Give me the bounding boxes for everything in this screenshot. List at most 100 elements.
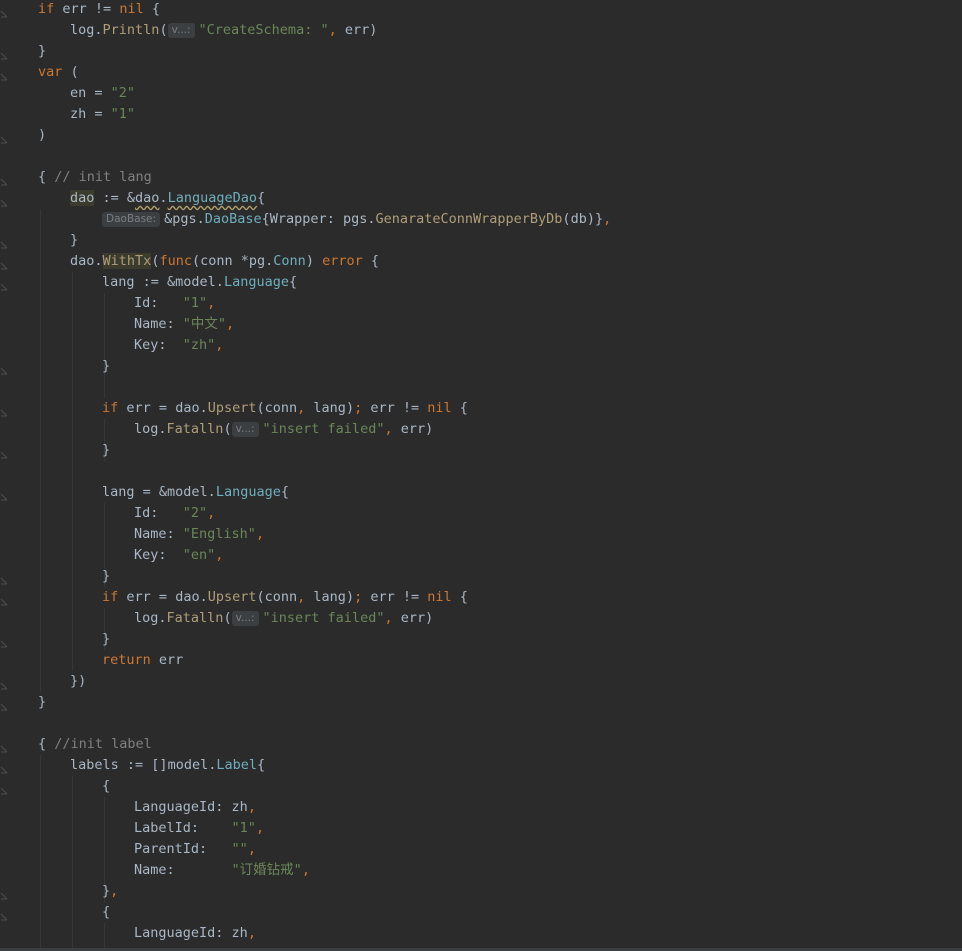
code-text: ) (425, 610, 434, 626)
highlighted-method[interactable]: WithTx (102, 253, 152, 269)
code-text: : (150, 295, 183, 311)
code-line[interactable]: log.Fatalln(v...: "insert failed", err) (134, 419, 433, 440)
identifier-token: pgs (342, 211, 368, 227)
code-text: ) (425, 421, 434, 437)
highlighted-identifier[interactable]: dao (70, 190, 95, 206)
code-line[interactable]: LanguageId: zh, (134, 797, 256, 818)
code-line[interactable]: ParentId: "", (134, 839, 256, 860)
string-token: "English" (182, 526, 256, 542)
code-line[interactable]: if err = dao.Upsert(conn, lang); err != … (102, 398, 468, 419)
code-text: ( (256, 400, 265, 416)
fold-marker-icon[interactable] (0, 909, 8, 921)
identifier-token: err (158, 652, 184, 668)
code-text: : (166, 316, 183, 332)
fold-marker-icon[interactable] (0, 174, 8, 186)
code-text: }) (70, 673, 87, 689)
fold-marker-icon[interactable] (0, 69, 8, 81)
identifier-token: dao (175, 400, 200, 416)
code-line[interactable]: { // init lang (38, 167, 152, 188)
code-line[interactable]: { //init label (38, 734, 152, 755)
code-text: : (215, 925, 232, 941)
identifier-token: LanguageId (134, 925, 216, 941)
fold-marker-icon[interactable] (0, 405, 8, 417)
code-line[interactable]: Name: "English", (134, 524, 264, 545)
code-line[interactable]: Name: "订婚钻戒", (134, 860, 310, 881)
fold-marker-icon[interactable] (0, 636, 8, 648)
fold-marker-icon[interactable] (0, 762, 8, 774)
code-line[interactable]: }) (70, 671, 86, 692)
method-token: Fatalln (166, 610, 224, 626)
fold-marker-icon[interactable] (0, 258, 8, 270)
code-text: ) (345, 589, 355, 605)
fold-marker-icon[interactable] (0, 489, 8, 501)
code-line[interactable]: return err (102, 650, 183, 671)
code-editor[interactable]: if err != nil {log.Println(v...: "CreateS… (0, 0, 962, 951)
code-line[interactable]: Key: "zh", (134, 335, 223, 356)
code-line[interactable]: } (38, 692, 46, 713)
code-line[interactable]: Id: "2", (134, 503, 215, 524)
code-line[interactable]: LabelId: "1", (134, 818, 264, 839)
fold-marker-icon[interactable] (0, 132, 8, 144)
fold-marker-icon[interactable] (0, 195, 8, 207)
fold-marker-icon[interactable] (0, 741, 8, 753)
fold-marker-icon[interactable] (0, 783, 8, 795)
fold-marker-icon[interactable] (0, 363, 8, 375)
fold-marker-icon[interactable] (0, 6, 8, 18)
fold-marker-icon[interactable] (0, 48, 8, 60)
identifier-token: log (134, 421, 159, 437)
code-line[interactable]: } (70, 230, 78, 251)
fold-marker-icon[interactable] (0, 279, 8, 291)
code-text: { (38, 169, 55, 185)
code-line[interactable]: }, (102, 881, 118, 902)
string-token: "1" (182, 295, 208, 311)
identifier-token: zh (70, 106, 87, 122)
code-line[interactable]: log.Fatalln(v...: "insert failed", err) (134, 608, 433, 629)
code-line[interactable]: dao := &dao.LanguageDao{ (70, 188, 265, 209)
identifier-token: dao (175, 589, 200, 605)
fold-marker-icon[interactable] (0, 594, 8, 606)
code-line[interactable]: if err != nil { (38, 0, 160, 20)
code-text: } (102, 442, 111, 458)
code-line[interactable]: en = "2" (70, 83, 135, 104)
punctuation-token: ; (354, 589, 371, 605)
code-line[interactable]: { (102, 902, 110, 923)
code-line[interactable]: DaoBase: &pgs.DaoBase{Wrapper: pgs.Genara… (102, 209, 611, 230)
code-line[interactable]: var ( (38, 62, 79, 83)
warning-type[interactable]: LanguageDao (168, 190, 257, 206)
fold-marker-icon[interactable] (0, 447, 8, 459)
code-text: : (326, 211, 343, 227)
code-line[interactable]: } (102, 440, 110, 461)
code-line[interactable]: } (102, 629, 110, 650)
method-token: GenarateConnWrapperByDb (375, 211, 563, 227)
fold-marker-icon[interactable] (0, 699, 8, 711)
identifier-token: err (370, 400, 395, 416)
code-line[interactable]: Id: "1", (134, 293, 215, 314)
code-line[interactable]: LanguageId: zh, (134, 923, 256, 944)
punctuation-token: , (255, 820, 265, 836)
code-line[interactable]: zh = "1" (70, 104, 135, 125)
fold-marker-icon[interactable] (0, 573, 8, 585)
warning-identifier[interactable]: dao (135, 190, 159, 206)
identifier-token: Id (134, 295, 151, 311)
parameter-hint: v...: (231, 422, 259, 437)
code-line[interactable]: } (102, 566, 110, 587)
code-text: ( (62, 64, 79, 80)
identifier-token: lang (102, 274, 135, 290)
code-line[interactable]: Key: "en", (134, 545, 223, 566)
code-line[interactable]: Name: "中文", (134, 314, 234, 335)
code-line[interactable]: labels := []model.Label{ (70, 755, 265, 776)
code-line[interactable]: { (102, 776, 110, 797)
fold-marker-icon[interactable] (0, 237, 8, 249)
code-line[interactable]: dao.WithTx(func(conn *pg.Conn) error { (70, 251, 379, 272)
code-line[interactable]: log.Println(v...: "CreateSchema: ", err) (70, 20, 377, 41)
code-text: } (102, 568, 111, 584)
code-line[interactable]: lang := &model.Language{ (102, 272, 297, 293)
code-line[interactable]: } (102, 356, 110, 377)
code-line[interactable]: lang = &model.Language{ (102, 482, 289, 503)
fold-marker-icon[interactable] (0, 888, 8, 900)
code-line[interactable]: } (38, 41, 46, 62)
code-line[interactable]: ) (38, 125, 46, 146)
code-line[interactable]: if err = dao.Upsert(conn, lang); err != … (102, 587, 468, 608)
code-text: { (102, 904, 111, 920)
fold-marker-icon[interactable] (0, 678, 8, 690)
